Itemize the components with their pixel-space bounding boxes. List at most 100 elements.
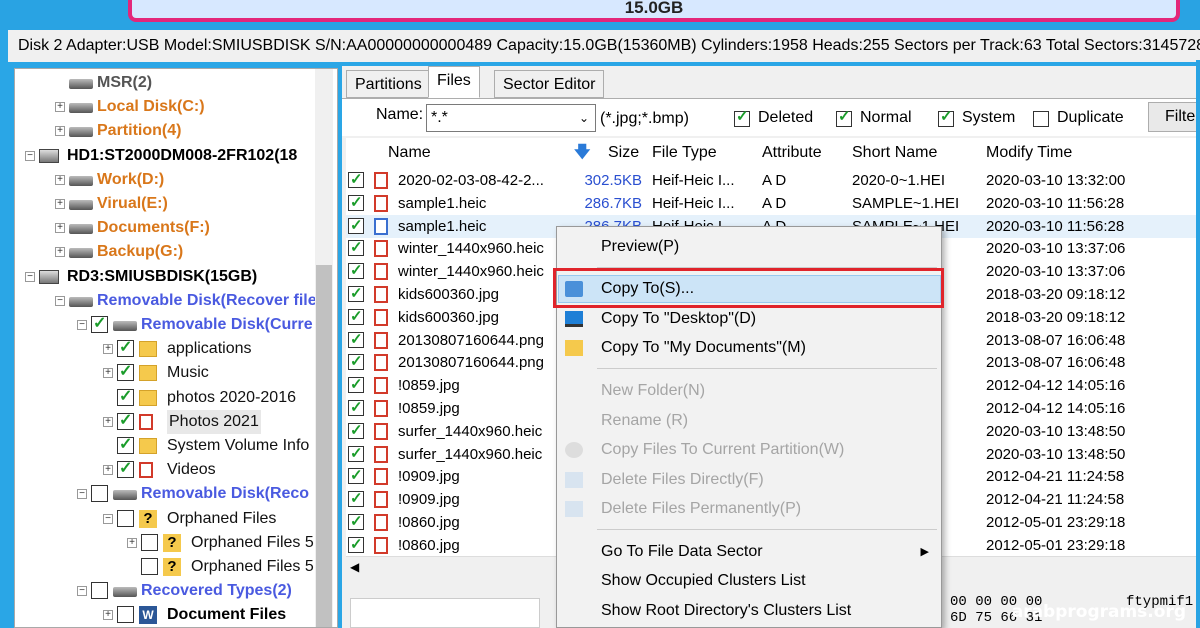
tree-item[interactable]: + Work(D:) [15,168,315,192]
collapse-icon[interactable]: − [103,513,113,524]
column-size[interactable]: Size [608,138,639,168]
column-file-type[interactable]: File Type [652,138,717,168]
tree-checkbox[interactable] [141,558,158,575]
tree-item[interactable]: + applications [15,336,315,361]
expand-icon[interactable]: + [55,126,65,137]
file-checkbox[interactable] [348,442,364,465]
file-checkbox[interactable] [348,464,364,487]
tree-checkbox[interactable] [117,360,134,384]
collapse-icon[interactable]: − [25,271,35,282]
file-checkbox[interactable] [348,487,364,510]
file-checkbox[interactable] [348,214,364,237]
tree-item[interactable]: − RD3:SMIUSBDISK(15GB) [15,265,315,289]
tree-item[interactable]: + Photos 2021 [15,409,315,434]
tree-item[interactable]: − HD1:ST2000DM008-2FR102(18 [15,144,315,168]
tree-scrollbar-thumb[interactable] [316,265,332,627]
file-checkbox[interactable] [348,191,364,214]
file-checkbox[interactable] [348,533,364,556]
tree-checkbox[interactable] [117,509,134,527]
menu-delete-permanently[interactable]: Delete Files Permanently(P) [557,495,941,523]
expand-icon[interactable]: + [55,247,65,258]
chevron-down-icon[interactable]: ⌄ [579,105,589,131]
expand-icon[interactable]: + [127,537,137,548]
collapse-icon[interactable]: − [77,320,87,330]
tree-item[interactable]: +? Orphaned Files 5 [15,531,315,555]
tree-checkbox[interactable] [117,336,134,360]
file-checkbox[interactable] [348,510,364,533]
file-checkbox[interactable] [348,305,364,328]
tree-item[interactable]: − Removable Disk(Recover file [15,289,317,313]
tree-item[interactable]: + Backup(G:) [15,240,315,264]
tree-item[interactable]: MSR(2) [15,71,315,95]
tree-item[interactable]: + Local Disk(C:) [15,95,315,119]
tab-files[interactable]: Files [428,66,480,98]
deleted-checkbox[interactable] [734,107,750,127]
tree-item[interactable]: − Removable Disk(Reco [15,482,315,506]
tree-item[interactable]: + W Document Files [15,603,315,627]
collapse-icon[interactable]: − [25,150,35,161]
scroll-left-icon[interactable]: ◀ [350,557,359,577]
expand-icon[interactable]: + [103,344,113,355]
collapse-icon[interactable]: − [55,295,65,306]
collapse-icon[interactable]: − [77,586,87,597]
file-checkbox[interactable] [348,350,364,373]
tree-item[interactable]: + Partition(4) [15,119,315,143]
menu-copy-desktop[interactable]: Copy To "Desktop"(D) [557,305,941,333]
duplicate-checkbox[interactable] [1033,111,1049,127]
expand-icon[interactable]: + [103,465,113,476]
file-checkbox[interactable] [348,259,364,282]
menu-copy-to-current-partition[interactable]: Copy Files To Current Partition(W) [557,436,941,464]
column-attribute[interactable]: Attribute [762,138,822,168]
expand-icon[interactable]: + [103,416,113,427]
file-checkbox[interactable] [348,328,364,351]
menu-delete-directly[interactable]: Delete Files Directly(F) [557,466,941,494]
menu-new-folder[interactable]: New Folder(N) [557,377,941,405]
column-short-name[interactable]: Short Name [852,138,937,168]
tree-item[interactable]: − Removable Disk(Curre [15,312,315,337]
file-checkbox[interactable] [348,236,364,259]
tree-item[interactable]: + Videos [15,457,315,482]
tree-item[interactable]: + Virual(E:) [15,192,315,216]
menu-preview[interactable]: Preview(P) [557,233,941,261]
tree-checkbox[interactable] [91,582,108,600]
tree-checkbox[interactable] [117,385,134,409]
tree-checkbox[interactable] [91,485,108,503]
collapse-icon[interactable]: − [77,489,87,500]
disk-tree-pane[interactable]: MSR(2) + Local Disk(C:) + Partition(4) − HD1:S… [14,68,338,628]
name-filter-input[interactable]: *.* ⌄ [426,104,596,132]
tree-item[interactable]: photos 2020-2016 [15,385,315,410]
tree-item[interactable]: System Volume Info [15,433,315,458]
tree-item[interactable]: ? Orphaned Files 5 [15,555,315,579]
file-checkbox[interactable] [348,373,364,396]
file-checkbox[interactable] [348,396,364,419]
column-name[interactable]: Name [388,138,431,168]
expand-icon[interactable]: + [55,199,65,209]
file-row[interactable]: sample1.heic 286.7KB Heif-Heic I... A D SAMP… [346,191,1200,215]
file-checkbox[interactable] [348,282,364,305]
tree-checkbox[interactable] [91,312,108,336]
tree-checkbox[interactable] [117,606,134,624]
expand-icon[interactable]: + [55,102,65,113]
expand-icon[interactable]: + [103,610,113,621]
filter-button[interactable]: Filte [1148,102,1200,132]
expand-icon[interactable]: + [55,223,65,234]
menu-rename[interactable]: Rename (R) [557,407,941,435]
system-checkbox[interactable] [938,107,954,127]
file-checkbox[interactable] [348,419,364,442]
menu-show-root-clusters[interactable]: Show Root Directory's Clusters List [557,597,941,625]
tab-sector-editor[interactable]: Sector Editor [494,70,605,98]
expand-icon[interactable]: + [55,174,65,185]
menu-show-occupied-clusters[interactable]: Show Occupied Clusters List [557,567,941,595]
tree-item[interactable]: + Music [15,360,315,385]
tab-partitions[interactable]: Partitions [346,70,431,98]
tree-checkbox[interactable] [141,533,158,551]
tree-item[interactable]: −? Orphaned Files [15,507,315,531]
file-row[interactable]: 2020-02-03-08-42-2... 302.5KB Heif-Heic I.… [346,168,1200,192]
column-modify-time[interactable]: Modify Time [986,138,1072,168]
tree-checkbox[interactable] [117,433,134,457]
tree-checkbox[interactable] [117,409,134,433]
tree-item[interactable]: + Documents(F:) [15,216,315,240]
file-checkbox[interactable] [348,168,364,191]
menu-go-to-sector[interactable]: Go To File Data Sector ▶ [557,538,941,566]
normal-checkbox[interactable] [836,107,852,127]
